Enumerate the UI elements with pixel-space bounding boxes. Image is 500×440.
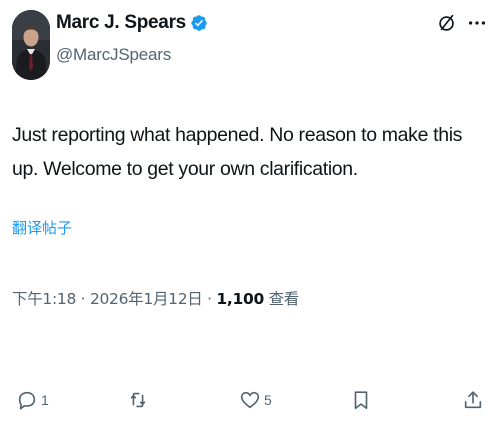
translate-post-link[interactable]: 翻译帖子 bbox=[12, 217, 72, 238]
bookmark-button[interactable] bbox=[350, 382, 375, 418]
verified-badge-icon bbox=[191, 15, 207, 31]
views-label: 查看 bbox=[268, 290, 300, 308]
reply-count: 1 bbox=[41, 392, 49, 408]
tweet-date[interactable]: 2026年1月12日 bbox=[90, 290, 203, 308]
repost-icon bbox=[130, 392, 146, 408]
name-row: Marc J. Spears bbox=[56, 12, 208, 34]
reply-button[interactable]: 1 bbox=[16, 382, 49, 418]
grok-icon[interactable] bbox=[436, 12, 458, 34]
meta-separator: · bbox=[207, 290, 212, 308]
share-button[interactable] bbox=[462, 382, 487, 418]
tweet-header: Marc J. Spears @MarcJSpears bbox=[12, 10, 488, 80]
bookmark-icon bbox=[354, 391, 368, 410]
header-actions bbox=[436, 12, 488, 34]
handle[interactable]: @MarcJSpears bbox=[56, 45, 208, 65]
more-icon[interactable] bbox=[466, 12, 488, 34]
tweet-meta: 下午1:18 · 2026年1月12日 · 1,100 查看 bbox=[12, 287, 299, 309]
tweet-text: Just reporting what happened. No reason … bbox=[12, 124, 463, 180]
action-bar: 1 5 bbox=[0, 382, 500, 418]
reply-icon bbox=[18, 391, 36, 410]
like-icon bbox=[240, 391, 260, 409]
author-info: Marc J. Spears @MarcJSpears bbox=[56, 12, 208, 65]
profile-photo bbox=[12, 10, 50, 80]
repost-button[interactable] bbox=[127, 382, 152, 418]
tweet-time[interactable]: 下午1:18 bbox=[12, 290, 76, 308]
display-name[interactable]: Marc J. Spears bbox=[56, 12, 186, 34]
like-button[interactable]: 5 bbox=[239, 382, 272, 418]
views-count: 1,100 bbox=[216, 290, 264, 308]
share-icon bbox=[464, 391, 482, 409]
meta-separator: · bbox=[80, 290, 86, 308]
like-count: 5 bbox=[264, 392, 272, 408]
avatar[interactable] bbox=[12, 10, 50, 80]
tweet-detail: Marc J. Spears @MarcJSpears Just reporti… bbox=[0, 0, 500, 440]
